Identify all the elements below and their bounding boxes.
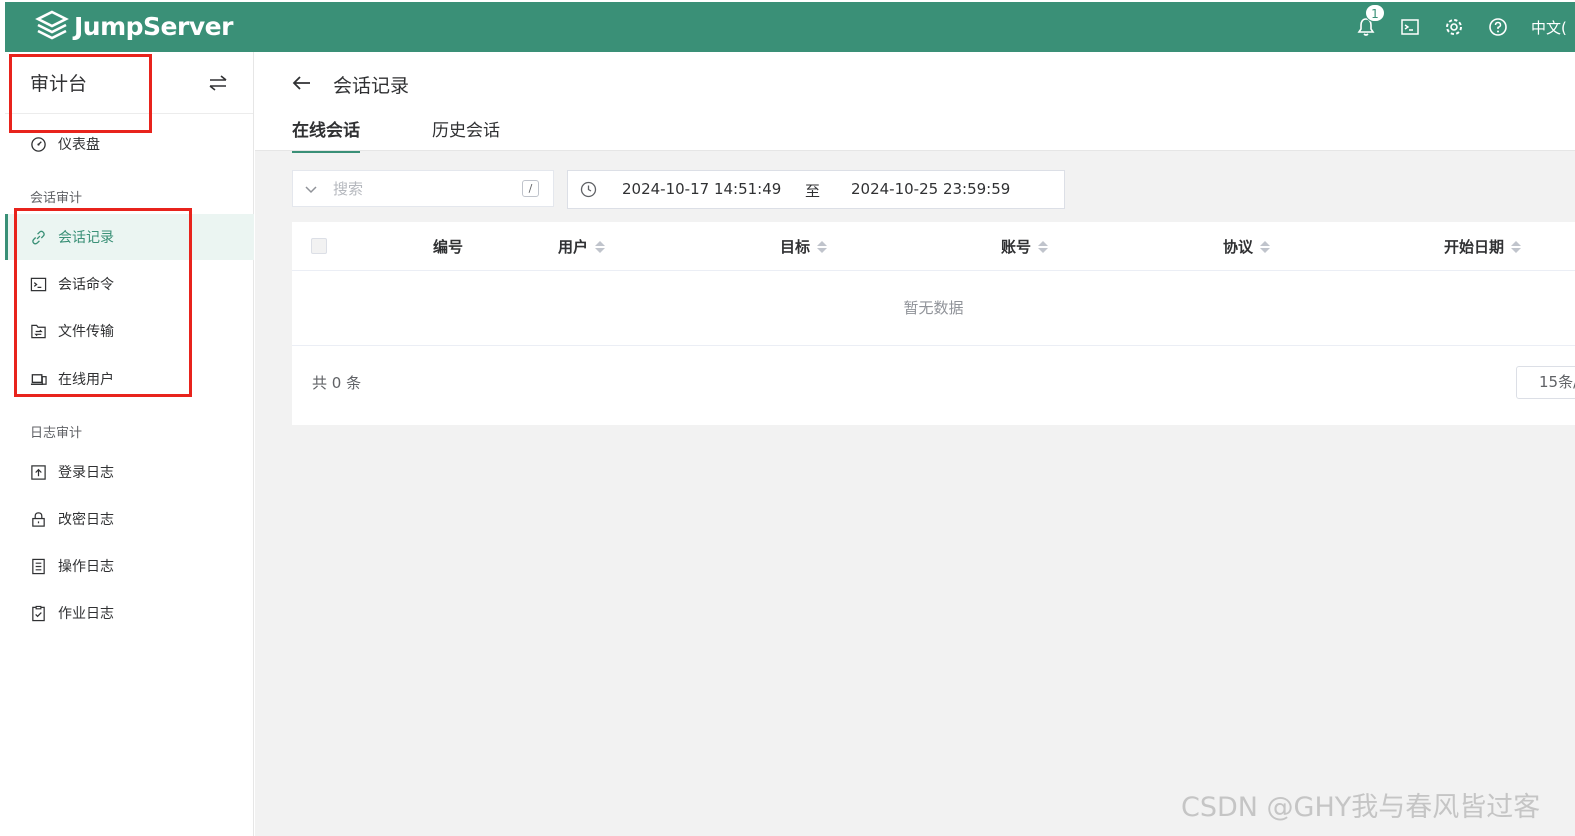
table-header: 编号 用户 目标 账号 协议 开始日期 (292, 222, 1575, 271)
sidebar-item-job-logs[interactable]: 作业日志 (5, 590, 254, 636)
date-end[interactable]: 2024-10-25 23:59:59 (851, 180, 1010, 198)
column-header-target[interactable]: 目标 (780, 236, 828, 257)
terminal-icon (29, 275, 47, 293)
sort-icon[interactable] (595, 240, 606, 253)
top-navbar: JumpServer 1 中文( (5, 2, 1575, 52)
sort-icon[interactable] (1260, 240, 1271, 253)
tab-online-sessions[interactable]: 在线会话 (292, 116, 360, 153)
back-arrow-icon[interactable] (291, 72, 313, 94)
laptop-icon (29, 370, 47, 388)
sidebar-item-label: 在线用户 (58, 372, 114, 388)
date-separator: 至 (805, 182, 821, 200)
sidebar-item-label: 会话记录 (58, 230, 114, 246)
notification-button[interactable]: 1 (1355, 4, 1385, 38)
column-header-account[interactable]: 账号 (1001, 236, 1049, 257)
page-title: 会话记录 (333, 75, 410, 97)
sidebar-item-password-change-logs[interactable]: 改密日志 (5, 496, 254, 542)
page-size-select[interactable]: 15条/页 (1516, 366, 1575, 399)
file-transfer-icon (29, 322, 47, 340)
login-icon (29, 463, 47, 481)
watermark: CSDN @GHY我与春风皆过客 (1181, 792, 1541, 823)
language-switcher[interactable]: 中文( (1531, 17, 1575, 38)
sidebar-item-session-commands[interactable]: 会话命令 (5, 261, 254, 307)
main-content: 会话记录 在线会话 历史会话 / 2024-10-17 14:51:49 至 2… (255, 52, 1575, 836)
sidebar-item-label: 操作日志 (58, 559, 114, 575)
sidebar: 审计台 仪表盘 会话审计 会话记录 会话命令 文件传输 在线用户 日志审计 登录… (5, 52, 254, 836)
swap-view-icon[interactable] (207, 72, 229, 94)
brand-logo[interactable]: JumpServer (35, 9, 233, 43)
group-title-session-audit: 会话审计 (30, 191, 83, 206)
terminal-icon (1401, 19, 1419, 35)
sidebar-item-label: 会话命令 (58, 277, 114, 293)
list-icon (29, 557, 47, 575)
sidebar-header: 审计台 (5, 52, 253, 114)
jumpserver-logo-icon (35, 10, 69, 40)
tab-history-sessions[interactable]: 历史会话 (432, 116, 500, 151)
empty-state: 暂无数据 (292, 271, 1575, 346)
help-button[interactable] (1487, 16, 1509, 38)
clipboard-check-icon (29, 604, 47, 622)
lock-icon (29, 510, 47, 528)
notification-badge: 1 (1365, 4, 1385, 22)
column-header-protocol[interactable]: 协议 (1223, 236, 1271, 257)
date-start[interactable]: 2024-10-17 14:51:49 (622, 180, 781, 198)
sort-icon[interactable] (1038, 240, 1049, 253)
search-field[interactable]: / (292, 170, 554, 207)
pagination-total: 共 0 条 (312, 374, 362, 392)
sidebar-item-label: 登录日志 (58, 465, 114, 481)
sessions-table: 编号 用户 目标 账号 协议 开始日期 暂无数据 共 0 条 15条/页 (292, 222, 1575, 425)
dashboard-icon (29, 135, 47, 153)
chevron-down-icon[interactable] (303, 181, 319, 197)
search-shortcut-key: / (522, 180, 539, 197)
settings-button[interactable] (1443, 16, 1465, 38)
gear-icon (1446, 19, 1462, 35)
question-circle-icon (1489, 18, 1507, 36)
sort-icon[interactable] (1511, 240, 1522, 253)
column-header-user[interactable]: 用户 (558, 236, 606, 257)
sidebar-item-operation-logs[interactable]: 操作日志 (5, 543, 254, 589)
sidebar-item-label: 作业日志 (58, 606, 114, 622)
sidebar-item-label: 改密日志 (58, 512, 114, 528)
web-terminal-button[interactable] (1399, 16, 1421, 38)
page-header: 会话记录 在线会话 历史会话 (255, 52, 1575, 153)
search-input[interactable] (333, 179, 513, 198)
group-title-log-audit: 日志审计 (30, 426, 83, 441)
sidebar-item-login-logs[interactable]: 登录日志 (5, 449, 254, 495)
sidebar-item-label: 仪表盘 (58, 137, 100, 153)
brand-name: JumpServer (74, 11, 233, 41)
link-icon (29, 228, 47, 246)
sidebar-item-file-transfer[interactable]: 文件传输 (5, 308, 254, 354)
column-header-start-date[interactable]: 开始日期 (1444, 236, 1522, 257)
clock-icon (580, 181, 597, 198)
sidebar-item-label: 文件传输 (58, 324, 114, 340)
date-range-picker[interactable]: 2024-10-17 14:51:49 至 2024-10-25 23:59:5… (567, 170, 1065, 209)
select-all-checkbox[interactable] (311, 238, 327, 254)
sort-icon[interactable] (817, 240, 828, 253)
column-header-id: 编号 (433, 238, 464, 256)
sidebar-title: 审计台 (30, 73, 88, 95)
sidebar-item-dashboard[interactable]: 仪表盘 (5, 121, 254, 167)
sidebar-item-online-users[interactable]: 在线用户 (5, 356, 254, 402)
sidebar-item-session-records[interactable]: 会话记录 (5, 214, 254, 260)
